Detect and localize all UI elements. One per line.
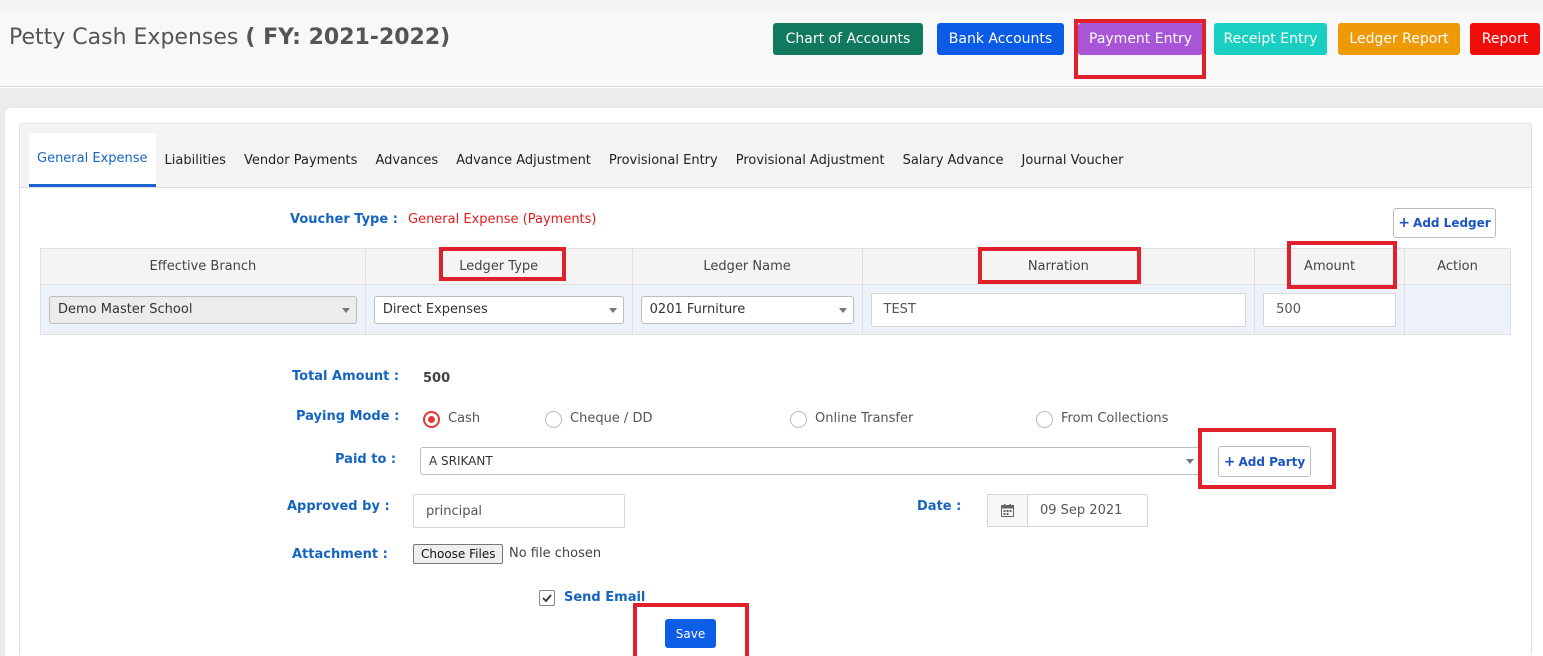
calendar-glyph [1001,504,1014,517]
top-strip [0,0,1543,12]
ledger-table: Effective Branch Ledger Type Ledger Name… [40,248,1511,335]
cell-action [1404,284,1511,335]
date-label: Date : [917,499,962,514]
cell-branch: Demo Master School [40,284,366,335]
tab-general-expense[interactable]: General Expense [29,133,156,187]
receipt-entry-button[interactable]: Receipt Entry [1214,23,1327,55]
fiscal-year: ( FY: 2021-2022) [245,25,451,50]
choose-files-button[interactable]: Choose Files [413,544,504,564]
ledger-name-value: 0201 Furniture [649,302,746,317]
tab-provisional-adjustment[interactable]: Provisional Adjustment [727,133,894,187]
add-ledger-label: Add Ledger [1413,216,1491,230]
tab-journal-voucher[interactable]: Journal Voucher [1013,133,1133,187]
payment-entry-button[interactable]: Payment Entry [1078,23,1203,55]
chevron-down-icon [608,307,617,313]
table-row: Demo Master School Direct Expenses 0201 … [40,284,1511,335]
tab-bar: General Expense Liabilities Vendor Payme… [29,133,1132,187]
radio-online-transfer-label: Online Transfer [815,411,914,426]
radio-online-transfer[interactable] [790,411,807,428]
header-action: Action [1404,248,1511,285]
send-email-checkbox[interactable] [539,590,555,606]
cell-ledger-type: Direct Expenses [364,284,633,335]
cell-ledger-name: 0201 Furniture [631,284,863,335]
check-icon [542,594,552,603]
total-amount-value: 500 [423,371,451,386]
approved-by-input[interactable]: principal [413,494,625,528]
cell-narration: TEST [861,284,1256,335]
radio-from-collections[interactable] [1036,411,1053,428]
branch-select[interactable]: Demo Master School [49,295,357,324]
no-file-chosen: No file chosen [509,546,602,561]
paid-to-value: A SRIKANT [429,454,493,468]
paid-to-label: Paid to : [335,452,397,467]
header-narration: Narration [861,248,1256,285]
page-title: Petty Cash Expenses ( FY: 2021-2022) [9,25,450,50]
report-button[interactable]: Report [1470,23,1540,55]
ledger-type-value: Direct Expenses [382,302,488,317]
page-title-text: Petty Cash Expenses [9,25,239,50]
header-amount: Amount [1254,248,1406,285]
ledger-type-select[interactable]: Direct Expenses [373,295,624,324]
add-party-label: Add Party [1238,454,1306,469]
voucher-type-label: Voucher Type : [290,212,398,227]
chevron-down-icon [341,307,350,313]
paid-to-select[interactable]: A SRIKANT [420,447,1201,475]
add-ledger-button[interactable]: + Add Ledger [1393,208,1496,238]
save-button[interactable]: Save [665,619,716,648]
plus-icon: + [1398,215,1411,231]
tab-liabilities[interactable]: Liabilities [156,133,235,187]
paying-mode-label: Paying Mode : [296,409,400,424]
cell-amount: 500 [1254,284,1406,335]
narration-input[interactable]: TEST [870,292,1247,327]
send-email-label: Send Email [564,590,646,605]
radio-cheque-dd-label: Cheque / DD [570,411,653,426]
header-ledger-name: Ledger Name [631,248,863,285]
attachment-label: Attachment : [292,547,388,562]
radio-cheque-dd[interactable] [545,411,562,428]
branch-value: Demo Master School [58,302,193,317]
add-party-button[interactable]: + Add Party [1218,446,1311,477]
radio-cash-label: Cash [448,411,481,426]
date-input[interactable]: 09 Sep 2021 [1027,494,1148,527]
tab-vendor-payments[interactable]: Vendor Payments [235,133,367,187]
total-amount-label: Total Amount : [292,369,400,384]
plus-icon: + [1223,453,1236,470]
chevron-down-icon [1186,459,1194,464]
ledger-report-button[interactable]: Ledger Report [1338,23,1460,55]
header-effective-branch: Effective Branch [40,248,366,285]
voucher-type-value: General Expense (Payments) [408,212,597,227]
radio-cash[interactable] [423,411,440,428]
bank-accounts-button[interactable]: Bank Accounts [937,23,1064,55]
radio-from-collections-label: From Collections [1061,411,1169,426]
amount-input[interactable]: 500 [1263,292,1397,327]
tab-provisional-entry[interactable]: Provisional Entry [600,133,727,187]
tab-advance-adjustment[interactable]: Advance Adjustment [447,133,600,187]
approved-by-label: Approved by : [287,499,390,514]
chart-of-accounts-button[interactable]: Chart of Accounts [773,23,923,55]
tab-advances[interactable]: Advances [366,133,447,187]
header-ledger-type: Ledger Type [364,248,633,285]
chevron-down-icon [838,307,847,313]
calendar-icon[interactable] [987,494,1028,527]
tab-salary-advance[interactable]: Salary Advance [894,133,1013,187]
ledger-name-select[interactable]: 0201 Furniture [640,295,854,324]
